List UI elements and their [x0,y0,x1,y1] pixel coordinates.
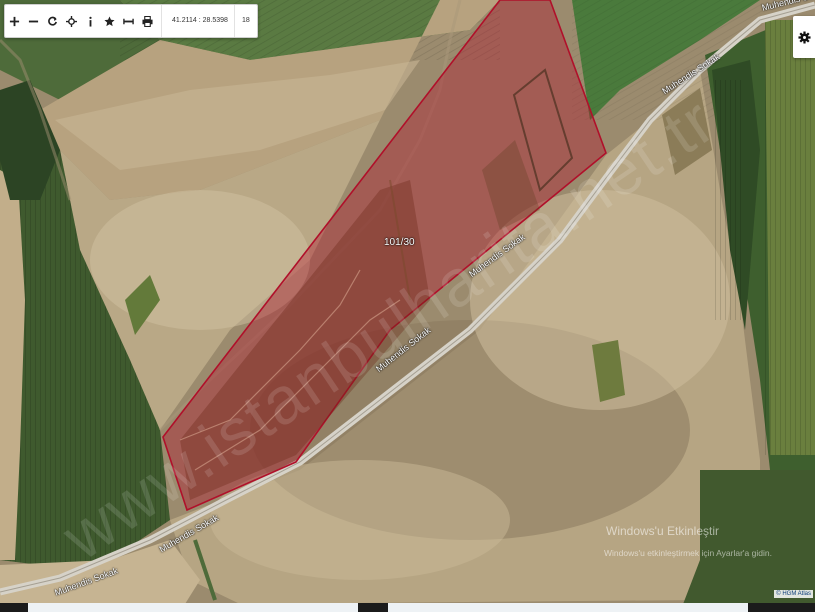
bottom-panel-tab[interactable] [388,603,748,612]
print-button[interactable] [138,5,157,37]
settings-button[interactable] [793,16,815,58]
map-toolbar: 41.2114 : 28.5398 18 [4,4,258,38]
coordinates-readout: 41.2114 : 28.5398 [172,17,228,24]
printer-icon [142,15,153,27]
refresh-button[interactable] [43,5,62,37]
zoom-out-button[interactable] [24,5,43,37]
zoom-level-readout: 18 [233,5,257,37]
map-attribution[interactable]: © HGM Atlas [774,590,813,598]
favorite-button[interactable] [100,5,119,37]
ruler-icon [123,18,134,24]
refresh-icon [48,16,57,26]
crosshair-icon [66,15,77,27]
plus-icon [9,16,20,26]
minus-icon [28,20,39,22]
zoom-in-button[interactable] [5,5,24,37]
bottom-panel-tab[interactable] [28,603,358,612]
info-button[interactable] [81,5,100,37]
bottom-panel-strip [0,603,815,612]
parcel-label: 101/30 [384,237,415,248]
measure-button[interactable] [119,5,138,37]
windows-activation-title: Windows'u Etkinleştir [606,524,719,538]
star-icon [104,15,115,26]
info-icon [89,16,92,27]
windows-activation-subtitle: Windows'u etkinleştirmek için Ayarlar'a … [604,548,772,558]
locate-button[interactable] [62,5,81,37]
gear-icon [797,30,811,44]
toolbar-divider [161,5,162,37]
